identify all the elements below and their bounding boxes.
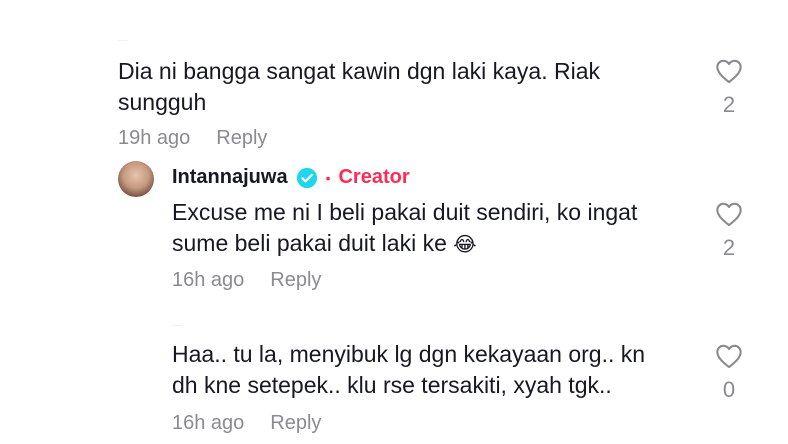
comment-meta: 16h ago Reply bbox=[172, 269, 321, 292]
comment-text: Excuse me ni I beli pakai duit sendiri, … bbox=[172, 197, 637, 260]
comment-text-line: sume beli pakai duit laki ke bbox=[172, 230, 447, 256]
like-button[interactable]: 0 bbox=[709, 343, 749, 403]
creator-badge: Creator bbox=[338, 166, 410, 188]
comment-text-line: sungguh bbox=[118, 89, 207, 115]
heart-outline-icon bbox=[716, 344, 742, 369]
divider bbox=[118, 40, 128, 41]
reply-button[interactable]: Reply bbox=[270, 269, 321, 292]
like-button[interactable]: 2 bbox=[709, 201, 749, 261]
comment-meta: 19h ago Reply bbox=[118, 127, 267, 150]
author-row: Intannajuwa • Creator bbox=[172, 166, 410, 189]
divider bbox=[172, 325, 182, 326]
comment-timestamp: 19h ago bbox=[118, 127, 191, 149]
comment-timestamp: 16h ago bbox=[172, 412, 245, 434]
heart-outline-icon bbox=[716, 202, 742, 227]
comment-text-line: Dia ni bangga sangat kawin dgn laki kaya… bbox=[118, 58, 601, 84]
comment-text: Dia ni bangga sangat kawin dgn laki kaya… bbox=[118, 56, 600, 118]
comment-text-line: Haa.. tu la, menyibuk lg dgn kekayaan or… bbox=[172, 341, 646, 367]
comment-text-line: Excuse me ni I beli pakai duit sendiri, … bbox=[172, 199, 638, 225]
comment-text-line: dh kne setepek.. klu rse tersakiti, xyah… bbox=[172, 372, 612, 398]
like-button[interactable]: 2 bbox=[709, 58, 749, 118]
verified-check-icon bbox=[296, 167, 317, 188]
laughing-emoji: 😂 bbox=[453, 232, 477, 256]
comment-meta: 16h ago Reply bbox=[172, 412, 321, 435]
like-count: 2 bbox=[722, 92, 736, 117]
avatar[interactable] bbox=[118, 161, 154, 197]
comment-timestamp: 16h ago bbox=[172, 269, 245, 291]
dot-separator: • bbox=[325, 169, 331, 186]
like-count: 2 bbox=[722, 235, 736, 260]
like-count: 0 bbox=[722, 377, 736, 402]
author-name[interactable]: Intannajuwa bbox=[172, 166, 288, 189]
reply-button[interactable]: Reply bbox=[270, 412, 321, 435]
comment-text: Haa.. tu la, menyibuk lg dgn kekayaan or… bbox=[172, 339, 645, 401]
reply-button[interactable]: Reply bbox=[216, 127, 267, 150]
heart-outline-icon bbox=[716, 59, 742, 84]
